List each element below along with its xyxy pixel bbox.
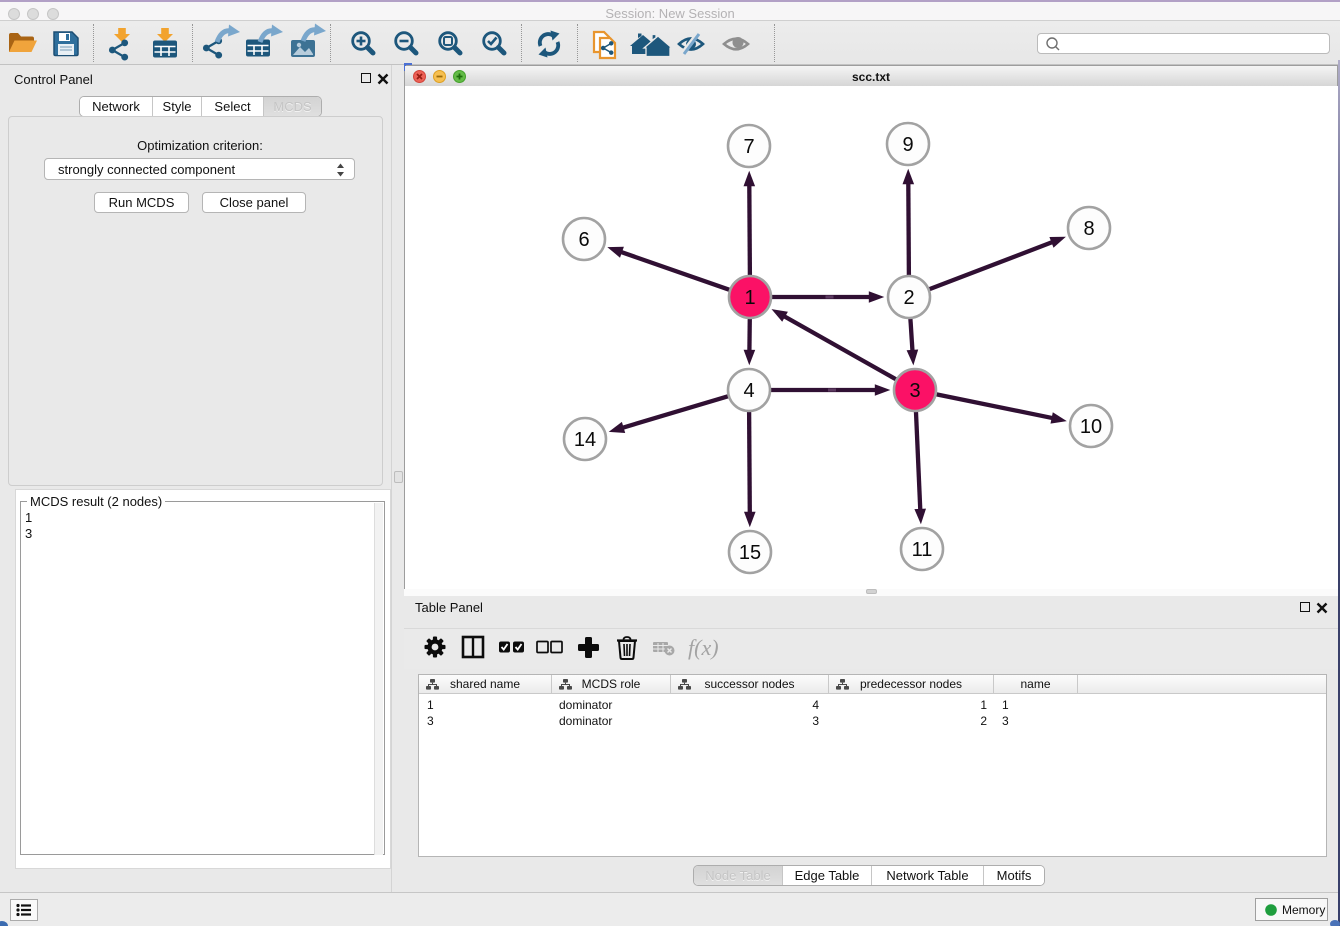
svg-text:9: 9: [902, 134, 913, 156]
svg-text:7: 7: [743, 136, 754, 158]
svg-text:15: 15: [739, 542, 761, 564]
svg-text:1: 1: [744, 287, 755, 309]
svg-text:6: 6: [578, 229, 589, 251]
svg-text:10: 10: [1080, 416, 1102, 438]
svg-text:4: 4: [743, 380, 754, 402]
svg-text:3: 3: [909, 380, 920, 402]
svg-text:8: 8: [1083, 218, 1094, 240]
svg-text:14: 14: [574, 429, 596, 451]
svg-text:2: 2: [903, 287, 914, 309]
svg-text:f(x): f(x): [688, 635, 719, 660]
svg-text:11: 11: [912, 539, 933, 561]
